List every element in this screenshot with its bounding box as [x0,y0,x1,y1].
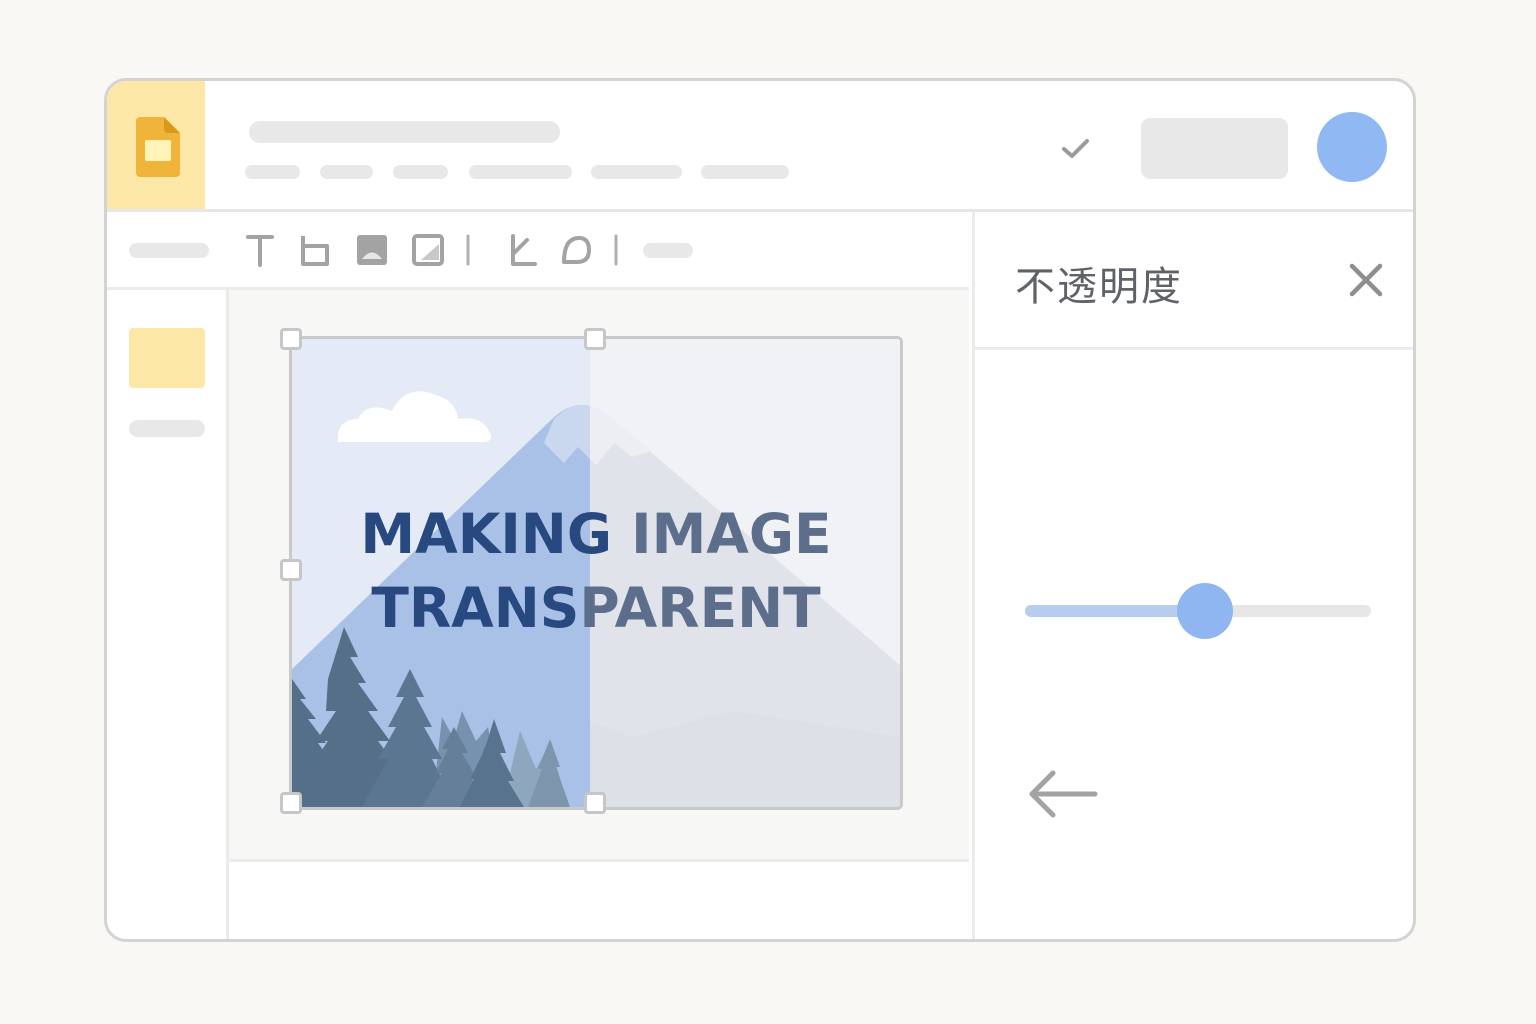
doc-title-placeholder[interactable] [249,121,560,143]
menu-item-placeholder[interactable] [591,165,682,179]
separator [611,232,621,268]
resize-handle-top-middle[interactable] [584,328,606,350]
toolbar [107,212,969,290]
slide-label-placeholder [129,420,205,437]
app-header [107,81,1413,212]
slide-canvas[interactable]: MAKING IMAGE TRANSPARENT [229,290,969,862]
slide-filmstrip [107,290,229,939]
menu-item-placeholder[interactable] [245,165,300,179]
shape-icon [511,234,537,266]
shape-tool[interactable] [505,232,539,268]
arrow-left-icon [1029,770,1098,818]
selected-image[interactable]: MAKING IMAGE TRANSPARENT [289,336,903,810]
menu-item-placeholder[interactable] [320,165,373,179]
slide-thumbnail[interactable] [129,328,205,388]
crop-image-icon [412,234,444,266]
check-icon [1062,139,1089,158]
image-icon [357,235,387,265]
resize-handle-top-left[interactable] [280,328,302,350]
app-window: MAKING IMAGE TRANSPARENT 不透明度 [104,78,1416,942]
panel-header: 不透明度 [975,212,1413,350]
image-title: MAKING IMAGE TRANSPARENT [292,497,900,645]
app-logo-area[interactable] [107,81,205,209]
opacity-panel: 不透明度 [972,212,1413,939]
speaker-notes-area[interactable] [229,865,969,939]
resize-handle-bottom-middle[interactable] [584,792,606,814]
image-title-line-1: MAKING IMAGE [360,502,832,566]
close-icon [1349,263,1383,297]
share-button[interactable] [1141,118,1288,179]
resize-handle-middle-left[interactable] [280,559,302,581]
menu-item-placeholder[interactable] [469,165,572,179]
panel-title: 不透明度 [1015,264,1183,310]
mask-icon [562,236,591,264]
opacity-slider[interactable] [1025,582,1371,640]
close-button[interactable] [1348,262,1384,298]
image-title-line-2: TRANSPARENT [371,576,821,640]
resize-handle-bottom-left[interactable] [280,792,302,814]
avatar[interactable] [1317,112,1387,182]
text-tool[interactable] [243,232,277,268]
select-frame-icon [301,236,329,266]
menu-item-placeholder[interactable] [393,165,448,179]
select-frame-tool[interactable] [297,232,331,268]
slider-knob[interactable] [1176,583,1233,639]
back-button[interactable] [1027,767,1099,821]
separator [463,232,473,268]
menu-item-placeholder[interactable] [701,165,789,179]
crop-image-tool[interactable] [411,232,445,268]
text-tool-icon [246,235,274,267]
toolbar-placeholder[interactable] [643,243,693,258]
slides-icon [136,117,180,177]
toolbar-placeholder[interactable] [129,243,209,258]
mask-tool[interactable] [559,232,593,268]
image-tool[interactable] [355,232,389,268]
